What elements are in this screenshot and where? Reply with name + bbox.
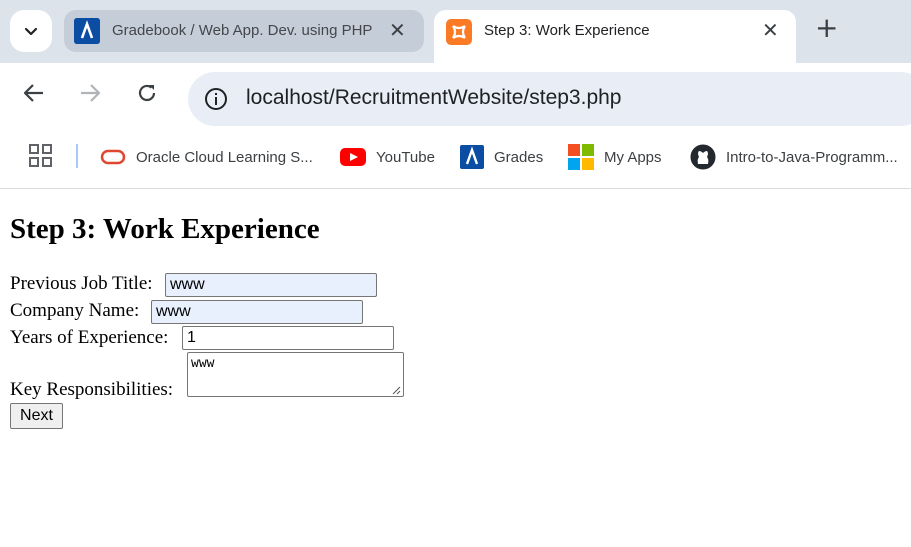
microsoft-icon [568, 144, 594, 170]
url-text: localhost/RecruitmentWebsite/step3.php [246, 86, 622, 109]
github-icon [690, 144, 716, 170]
tab-title: Step 3: Work Experience [484, 22, 650, 39]
tab-search-button[interactable] [10, 10, 52, 52]
bookmark-label: Intro-to-Java-Programm... [726, 148, 898, 166]
company-input[interactable]: www [151, 300, 363, 324]
chevron-down-icon [24, 27, 38, 36]
years-label: Years of Experience: [10, 327, 169, 348]
job-title-label: Previous Job Title: [10, 273, 153, 294]
tab-strip: Gradebook / Web App. Dev. using PHP ✕ St… [0, 0, 911, 63]
bookmark-oracle[interactable]: Oracle Cloud Learning S... [100, 142, 313, 172]
bookmarks-bar: Oracle Cloud Learning S... YouTube Grade… [0, 126, 911, 189]
youtube-icon [340, 148, 366, 166]
tab-title: Gradebook / Web App. Dev. using PHP [112, 22, 373, 39]
athabasca-icon [74, 18, 100, 44]
bookmark-label: Oracle Cloud Learning S... [136, 148, 313, 166]
address-bar[interactable]: localhost/RecruitmentWebsite/step3.php [188, 72, 911, 126]
close-icon[interactable]: ✕ [762, 20, 779, 40]
back-arrow-icon [23, 84, 43, 102]
bookmark-label: YouTube [376, 148, 435, 166]
xampp-icon [446, 19, 472, 45]
back-button[interactable] [16, 75, 52, 111]
next-button[interactable]: Next [10, 403, 63, 429]
site-info-icon[interactable] [204, 87, 228, 111]
responsibilities-label: Key Responsibilities: [10, 379, 174, 400]
close-icon[interactable]: ✕ [389, 20, 406, 40]
athabasca-icon [460, 145, 484, 169]
oracle-icon [100, 148, 126, 166]
forward-button[interactable] [72, 75, 108, 111]
bookmark-my-apps[interactable]: My Apps [568, 142, 662, 172]
tab-gradebook[interactable]: Gradebook / Web App. Dev. using PHP ✕ [64, 10, 424, 52]
new-tab-icon[interactable]: + [815, 14, 838, 42]
bookmark-github[interactable]: Intro-to-Java-Programm... [690, 142, 898, 172]
forward-arrow-icon [81, 84, 101, 102]
bookmarks-separator [76, 144, 78, 168]
bookmark-label: Grades [494, 148, 544, 166]
page-title: Step 3: Work Experience [10, 213, 320, 245]
years-input[interactable]: 1 [182, 326, 394, 350]
tab-step3[interactable]: Step 3: Work Experience ✕ [434, 10, 796, 63]
company-label: Company Name: [10, 300, 140, 321]
bookmark-label: My Apps [604, 148, 662, 166]
toolbar: localhost/RecruitmentWebsite/step3.php [0, 63, 911, 126]
reload-button[interactable] [129, 75, 165, 111]
reload-icon [138, 84, 156, 102]
apps-grid-icon[interactable] [29, 144, 53, 172]
page-content: Step 3: Work Experience Previous Job Tit… [0, 189, 911, 547]
bookmark-grades[interactable]: Grades [460, 142, 543, 172]
resize-handle-icon[interactable] [391, 385, 401, 395]
job-title-input[interactable]: www [165, 273, 377, 297]
bookmark-youtube[interactable]: YouTube [340, 142, 435, 172]
responsibilities-textarea[interactable]: www [187, 352, 404, 397]
